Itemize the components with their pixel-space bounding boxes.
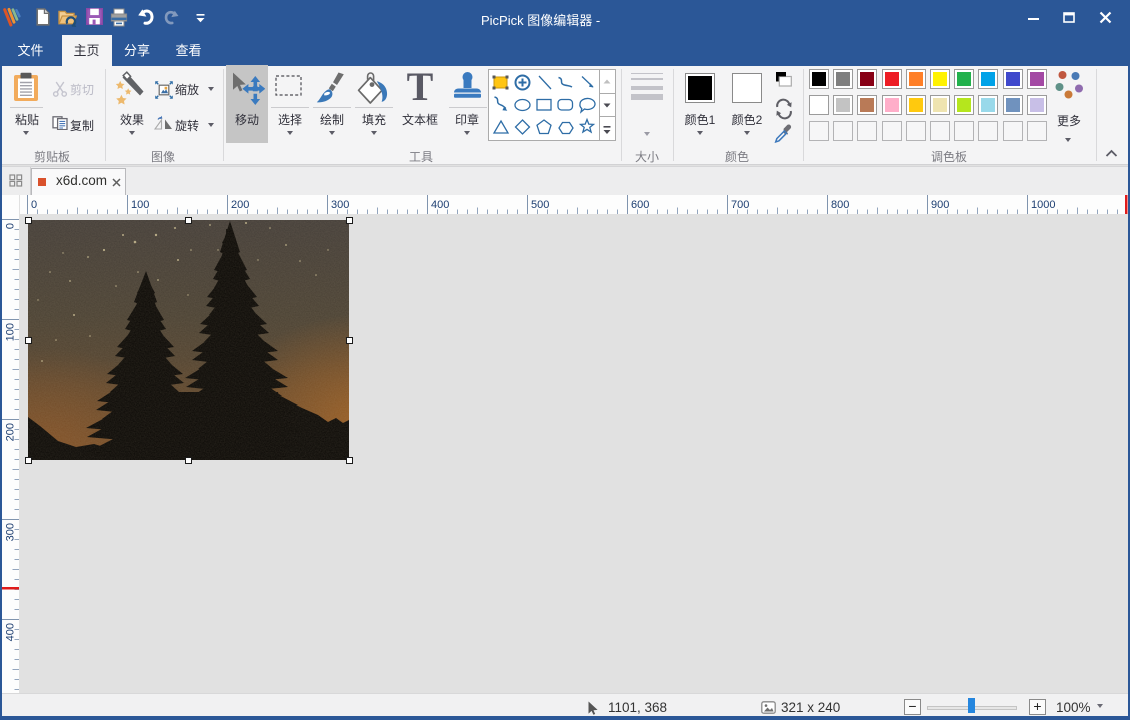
svg-text:900: 900	[931, 199, 949, 211]
svg-text:0: 0	[5, 223, 17, 229]
svg-text:200: 200	[231, 199, 249, 211]
svg-text:0: 0	[31, 199, 37, 211]
svg-text:200: 200	[5, 423, 17, 441]
svg-text:600: 600	[631, 199, 649, 211]
svg-text:400: 400	[431, 199, 449, 211]
svg-text:100: 100	[131, 199, 149, 211]
svg-text:800: 800	[831, 199, 849, 211]
svg-text:300: 300	[331, 199, 349, 211]
svg-text:400: 400	[5, 623, 17, 641]
svg-text:300: 300	[5, 523, 17, 541]
svg-text:700: 700	[731, 199, 749, 211]
svg-text:1000: 1000	[1031, 199, 1055, 211]
svg-text:500: 500	[531, 199, 549, 211]
svg-text:100: 100	[5, 323, 17, 341]
